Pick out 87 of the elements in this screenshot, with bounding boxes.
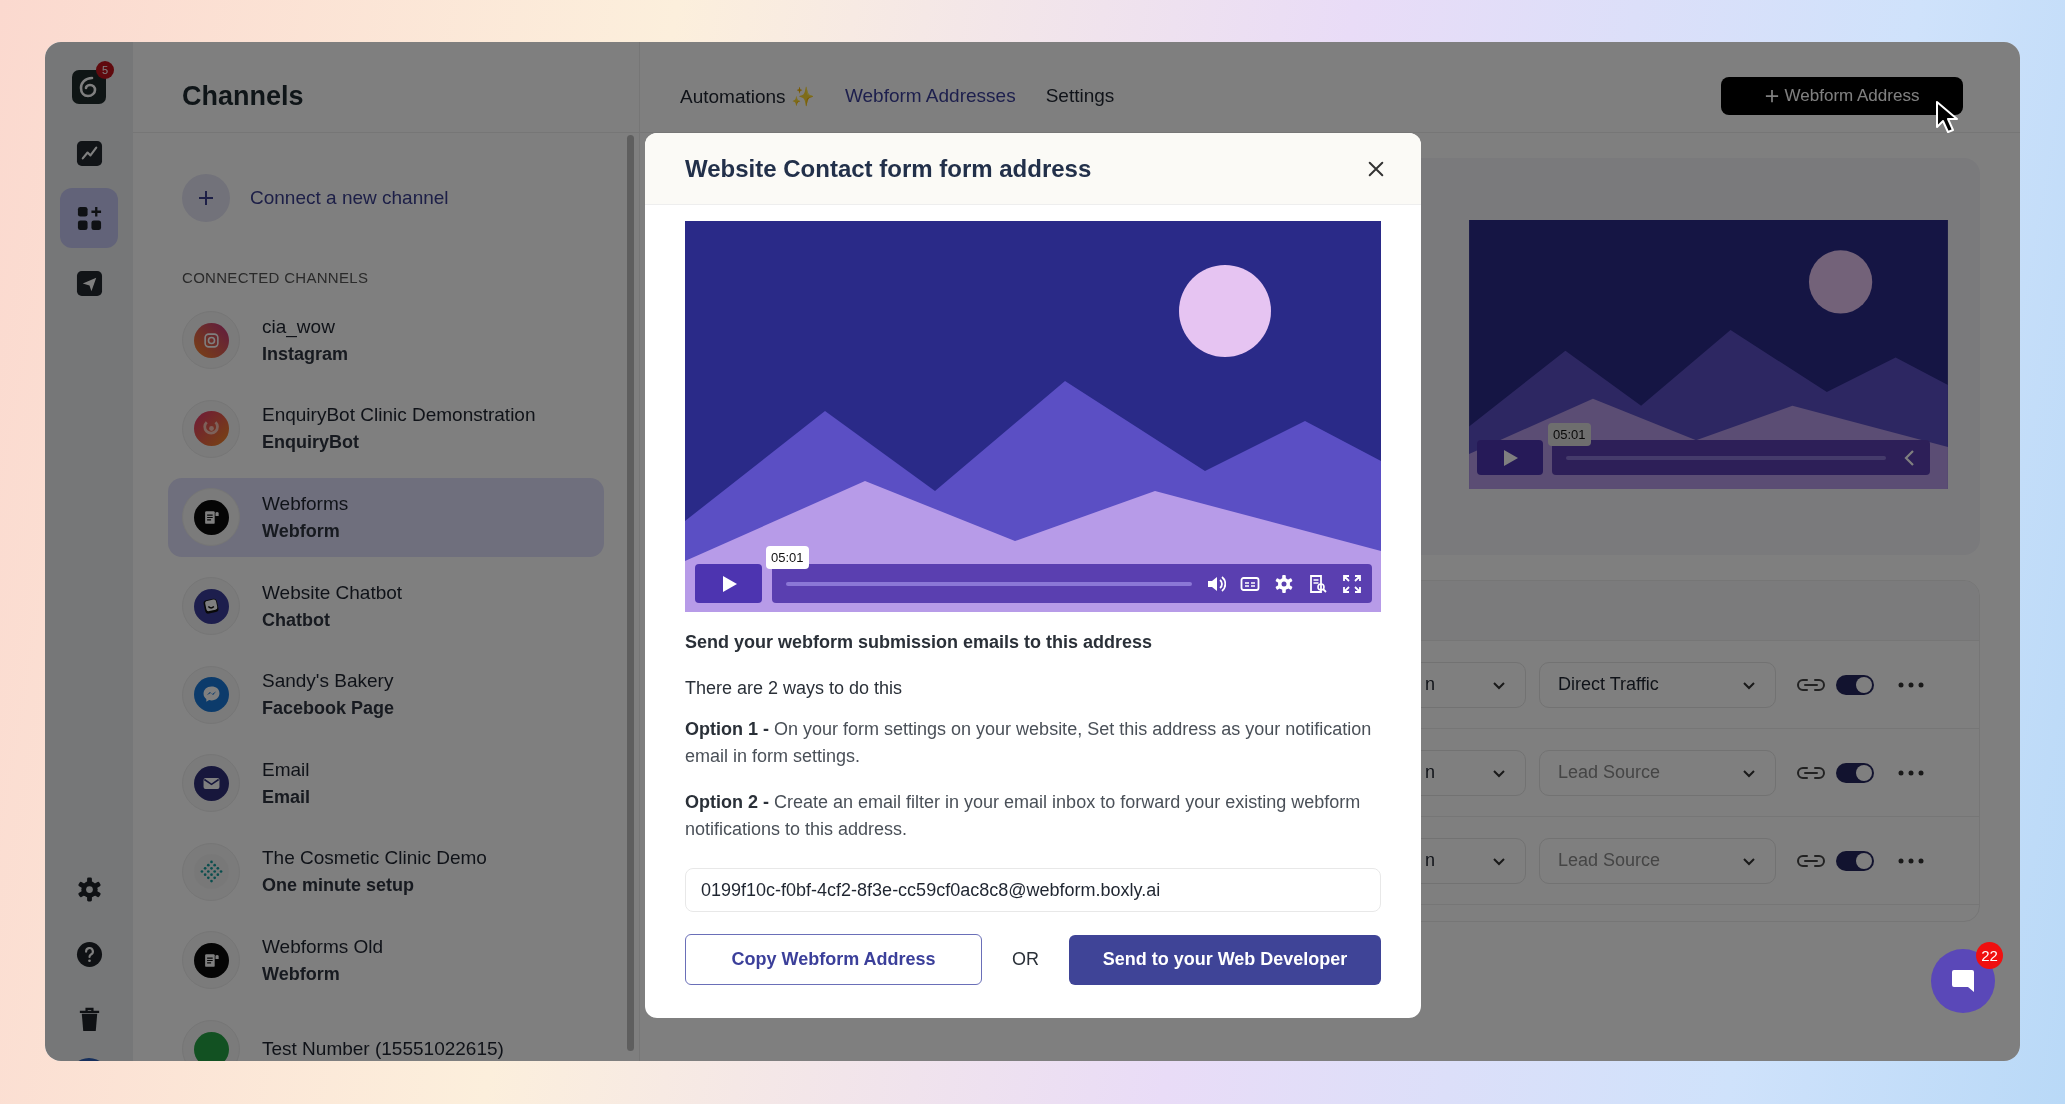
dropdown[interactable]: Lead Source [1539,837,1776,884]
link-icon[interactable] [1796,676,1826,693]
instruction-heading: Send your webform submission emails to this address [685,631,1154,654]
time-tooltip: 05:01 [1548,423,1591,446]
dropdown-placeholder: Lead Source [1558,762,1661,783]
or-label: OR [1012,949,1039,970]
tab[interactable]: Settings [1045,84,1115,108]
panel-title: Channels [182,80,304,112]
chat-icon [193,588,229,624]
dropdown-value: n [1425,850,1435,871]
more-icon[interactable] [1898,681,1924,688]
dropdown-value: Direct Traffic [1558,674,1659,695]
send-icon [75,269,103,297]
toggle-switch[interactable] [1836,674,1874,695]
send-to-developer-button[interactable]: Send to your Web Developer [1069,934,1381,985]
swirl-icon [193,411,229,447]
more-icon[interactable] [1898,769,1924,776]
channel-type: Instagram [262,343,349,365]
channel-item[interactable]: cia_wow Instagram [168,301,604,380]
channel-name: Webforms [262,493,349,515]
channel-name: Email [262,758,311,781]
channel-type: Webform [262,963,341,985]
dropdown-placeholder: Lead Source [1558,850,1661,871]
channel-type: EnquiryBot [262,432,360,454]
channel-type: One minute setup [262,875,415,897]
channel-icon [193,1031,229,1061]
channel-type: Chatbot [262,609,331,631]
form-icon [193,500,229,535]
copy-address-button[interactable]: Copy Webform Address [685,934,982,985]
volume-icon[interactable] [1206,573,1226,594]
tab[interactable]: Automations ✨ [680,84,815,108]
fullscreen-icon[interactable] [1342,573,1362,594]
channel-name: Website Chatbot [262,581,403,604]
dropdown[interactable]: Lead Source [1539,749,1776,796]
channel-item[interactable]: Website Chatbot Chatbot [168,566,604,646]
modal-title: Website Contact form form address [685,154,1092,183]
dropdown-value: n [1425,762,1435,783]
progress-track[interactable] [1566,455,1886,460]
help-icon[interactable] [75,940,103,968]
channel-type: Facebook Page [262,698,395,720]
nav-item[interactable] [60,188,118,248]
channel-item[interactable]: Test Number (15551022615) [168,1009,604,1061]
play-button[interactable] [695,564,762,603]
progress-track[interactable] [786,581,1192,586]
channel-item[interactable]: Webforms Webform [168,478,604,557]
messenger-icon [193,677,229,713]
add-channel-icon[interactable] [182,174,230,222]
instruction-text: There are 2 ways to do this [685,677,904,700]
plus-icon [1764,89,1779,103]
grid-plus-icon [75,204,103,232]
tab[interactable]: Webform Addresses [844,84,1016,108]
address-field[interactable]: 0199f10c-f0bf-4cf2-8f3e-cc59cf0ac8c8@webform.boxly.ai [685,868,1381,912]
channel-name: cia_wow [262,315,336,338]
channel-item[interactable]: The Cosmetic Clinic Demo One minute setup [168,832,604,912]
settings-icon[interactable] [75,875,103,903]
chart-icon [75,139,103,167]
channel-item[interactable]: EnquiryBot Clinic Demonstration EnquiryBot [168,389,604,469]
channel-name: Test Number (15551022615) [262,1038,504,1061]
channel-name: Sandy's Bakery [262,670,395,693]
toggle-switch[interactable] [1836,762,1874,783]
dropdown-value: n [1425,674,1435,695]
add-webform-address-button[interactable]: Webform Address [1721,77,1963,115]
link-icon[interactable] [1796,852,1826,869]
dropdown[interactable]: Direct Traffic [1539,661,1776,708]
scrollbar[interactable] [627,135,634,1051]
connect-channel-link[interactable]: Connect a new channel [250,187,449,209]
transcript-icon[interactable] [1308,573,1328,594]
play-button[interactable] [1477,440,1543,475]
settings-icon[interactable] [1274,573,1294,594]
channel-item[interactable]: Webforms Old Webform [168,921,604,1000]
time-tooltip: 05:01 [766,546,809,569]
channel-name: The Cosmetic Clinic Demo [262,847,487,870]
channel-name: EnquiryBot Clinic Demonstration [262,404,536,427]
toggle-switch[interactable] [1836,850,1874,871]
form-icon [193,942,229,978]
more-icon[interactable] [1898,857,1924,864]
link-icon[interactable] [1796,764,1826,781]
notification-badge: 5 [96,61,114,79]
channel-item[interactable]: Sandy's Bakery Facebook Page [168,655,604,734]
camera-icon [193,322,229,358]
channel-type: Webform [262,521,341,542]
channel-type: Email [262,786,311,808]
section-label: CONNECTED CHANNELS [181,269,370,286]
close-icon[interactable] [1367,159,1385,178]
envelope-icon [193,765,229,801]
channel-item[interactable]: Email Email [168,743,604,823]
channel-name: Webforms Old [262,935,384,958]
